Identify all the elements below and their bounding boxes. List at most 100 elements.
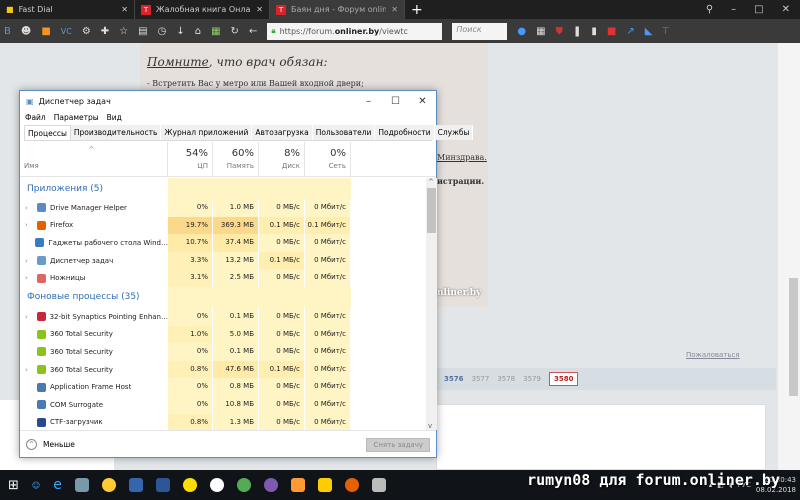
app-icon[interactable] — [182, 478, 197, 492]
process-row[interactable]: › Firefox 19.7% 369.3 МБ 0.1 МБ/с 0.1 Мби… — [20, 216, 426, 235]
scroll-thumb[interactable] — [427, 188, 436, 233]
tab-complaint-book[interactable]: TЖалобная книга Онлайн…✕ — [135, 0, 270, 19]
word-icon[interactable] — [155, 478, 170, 492]
tab-forum[interactable]: TБаян дня - Форум onliner…✕ — [270, 0, 405, 19]
puzzle-icon[interactable]: ✚ — [101, 26, 109, 37]
save-app-icon[interactable] — [128, 478, 143, 492]
utorrent-icon[interactable] — [236, 478, 251, 492]
reply-editor[interactable] — [436, 404, 766, 470]
close-tab-icon[interactable]: ✕ — [256, 5, 263, 14]
minimize-button[interactable]: – — [355, 96, 382, 107]
column-disk[interactable]: 8% Диск — [259, 142, 305, 176]
process-row[interactable]: 360 Total Security 1.0% 5.0 МБ 0 МБ/с 0 … — [20, 325, 426, 344]
menu-icon[interactable]: ▮ — [591, 26, 597, 37]
url-bar[interactable]: 🔒︎ https://forum.onliner.by/viewtc — [267, 22, 443, 40]
extension-icon[interactable]: ❚ — [573, 26, 581, 37]
edge-icon[interactable]: e — [53, 477, 62, 493]
search-icon[interactable]: ⚲ — [706, 4, 713, 15]
close-button[interactable]: ✕ — [409, 96, 436, 107]
close-tab-icon[interactable]: ✕ — [121, 5, 128, 14]
page-link[interactable]: 3578 — [497, 375, 515, 383]
process-row[interactable]: Application Frame Host 0% 0.8 МБ 0 МБ/с … — [20, 378, 426, 396]
process-row[interactable]: › Ножницы 3.1% 2.5 МБ 0 МБ/с 0 Мбит/с — [20, 269, 426, 287]
minimize-icon[interactable]: – — [731, 4, 736, 15]
extension-icon[interactable]: ● — [517, 26, 526, 37]
app-icon[interactable] — [74, 478, 89, 492]
tab-services[interactable]: Службы — [434, 125, 474, 140]
batman-icon[interactable] — [317, 478, 332, 492]
maximize-icon[interactable]: □ — [754, 4, 763, 15]
firefox-icon[interactable] — [344, 478, 359, 492]
chevron-right-icon[interactable]: › — [25, 221, 33, 229]
process-row[interactable]: CTF-загрузчик 0.8% 1.3 МБ 0 МБ/с 0 Мбит/… — [20, 413, 426, 430]
page-link[interactable]: 3579 — [523, 375, 541, 383]
windows-start-icon[interactable]: ⊞ — [8, 478, 19, 493]
ublock-icon[interactable]: ⛊ — [556, 26, 564, 37]
star-icon[interactable]: ☆ — [119, 26, 128, 37]
extension-icon[interactable]: ■ — [607, 26, 616, 37]
process-row[interactable]: › 360 Total Security 0.8% 47.6 МБ 0.1 МБ/… — [20, 360, 426, 379]
history-icon[interactable]: ◷ — [158, 26, 167, 37]
chevron-right-icon[interactable]: › — [25, 257, 33, 265]
tab-startup[interactable]: Автозагрузка — [252, 125, 313, 140]
process-row[interactable]: 360 Total Security 0% 0.1 МБ 0 МБ/с 0 Мб… — [20, 343, 426, 361]
download-icon[interactable]: ↓ — [176, 26, 184, 37]
app-icon[interactable] — [290, 478, 305, 492]
chevron-up-icon[interactable]: ^ — [26, 439, 37, 450]
scroll-thumb[interactable] — [789, 278, 798, 396]
page-scrollbar[interactable] — [778, 43, 800, 470]
extension-icon[interactable]: ☻ — [21, 26, 31, 37]
menu-file[interactable]: Файл — [25, 113, 46, 122]
yandex-icon[interactable] — [209, 478, 224, 492]
column-cpu[interactable]: 54% ЦП — [168, 142, 213, 176]
tab-fast-dial[interactable]: ■ Fast Dial ✕ — [0, 0, 135, 19]
column-name[interactable]: ^ Имя — [20, 142, 168, 176]
gear-icon[interactable]: ⚙ — [82, 26, 91, 37]
maximize-button[interactable]: ☐ — [382, 96, 409, 107]
onliner-icon[interactable]: T — [662, 26, 668, 37]
tab-processes[interactable]: Процессы — [24, 125, 71, 140]
process-row[interactable]: COM Surrogate 0% 10.8 МБ 0 МБ/с 0 Мбит/с — [20, 395, 426, 414]
process-row[interactable]: › 32-bit Synaptics Pointing Enhan… 0% 0.1… — [20, 307, 426, 326]
extension-icon[interactable]: ↗ — [626, 26, 634, 37]
column-memory[interactable]: 60% Память — [213, 142, 259, 176]
home-icon[interactable]: ⌂ — [195, 26, 201, 37]
vc-icon[interactable]: VC — [61, 27, 72, 36]
back-icon[interactable]: ← — [249, 26, 257, 37]
cortana-icon[interactable]: ☺ — [32, 481, 40, 490]
clipboard-icon[interactable]: ▤ — [138, 26, 147, 37]
page-link[interactable]: 3577 — [471, 375, 489, 383]
menu-view[interactable]: Вид — [107, 113, 122, 122]
tab-users[interactable]: Пользователи — [312, 125, 376, 140]
chevron-right-icon[interactable]: › — [25, 274, 33, 282]
app-icon[interactable] — [101, 478, 116, 492]
extension-icon[interactable]: ▦ — [536, 26, 545, 37]
list-scrollbar[interactable]: ^ v — [426, 178, 437, 430]
scroll-up-icon[interactable]: ^ — [428, 178, 434, 186]
reload-icon[interactable]: ↻ — [231, 26, 239, 37]
new-tab-button[interactable]: + — [411, 2, 423, 18]
tab-app-history[interactable]: Журнал приложений — [161, 125, 253, 140]
process-row[interactable]: Гаджеты рабочего стола Wind… 10.7% 37.4 … — [20, 234, 426, 252]
end-task-button[interactable]: Снять задачу — [366, 437, 430, 452]
tab-performance[interactable]: Производительность — [70, 125, 162, 140]
complain-link[interactable]: Пожаловаться — [686, 351, 740, 359]
page-current[interactable]: 3580 — [548, 372, 579, 386]
page-link[interactable]: 3576 — [444, 375, 463, 383]
apps-icon[interactable]: ▦ — [211, 26, 220, 37]
vk-icon[interactable]: В — [4, 26, 11, 37]
extension-icon[interactable]: ◣ — [645, 26, 653, 37]
chevron-right-icon[interactable]: › — [25, 313, 33, 321]
menu-options[interactable]: Параметры — [54, 113, 99, 122]
fewer-details-button[interactable]: Меньше — [43, 440, 75, 449]
process-row[interactable]: › Диспетчер задач 3.3% 13.2 МБ 0.1 МБ/с 0… — [20, 251, 426, 270]
tab-details[interactable]: Подробности — [375, 125, 435, 140]
chevron-right-icon[interactable]: › — [25, 204, 33, 212]
column-network[interactable]: 0% Сеть — [305, 142, 351, 176]
scroll-down-icon[interactable]: v — [428, 422, 432, 430]
search-input[interactable]: Поиск — [452, 22, 508, 40]
viber-icon[interactable] — [263, 478, 278, 492]
process-row[interactable]: › Drive Manager Helper 0% 1.0 МБ 0 МБ/с 0… — [20, 199, 426, 217]
close-icon[interactable]: ✕ — [782, 4, 790, 15]
chevron-right-icon[interactable]: › — [25, 366, 33, 374]
